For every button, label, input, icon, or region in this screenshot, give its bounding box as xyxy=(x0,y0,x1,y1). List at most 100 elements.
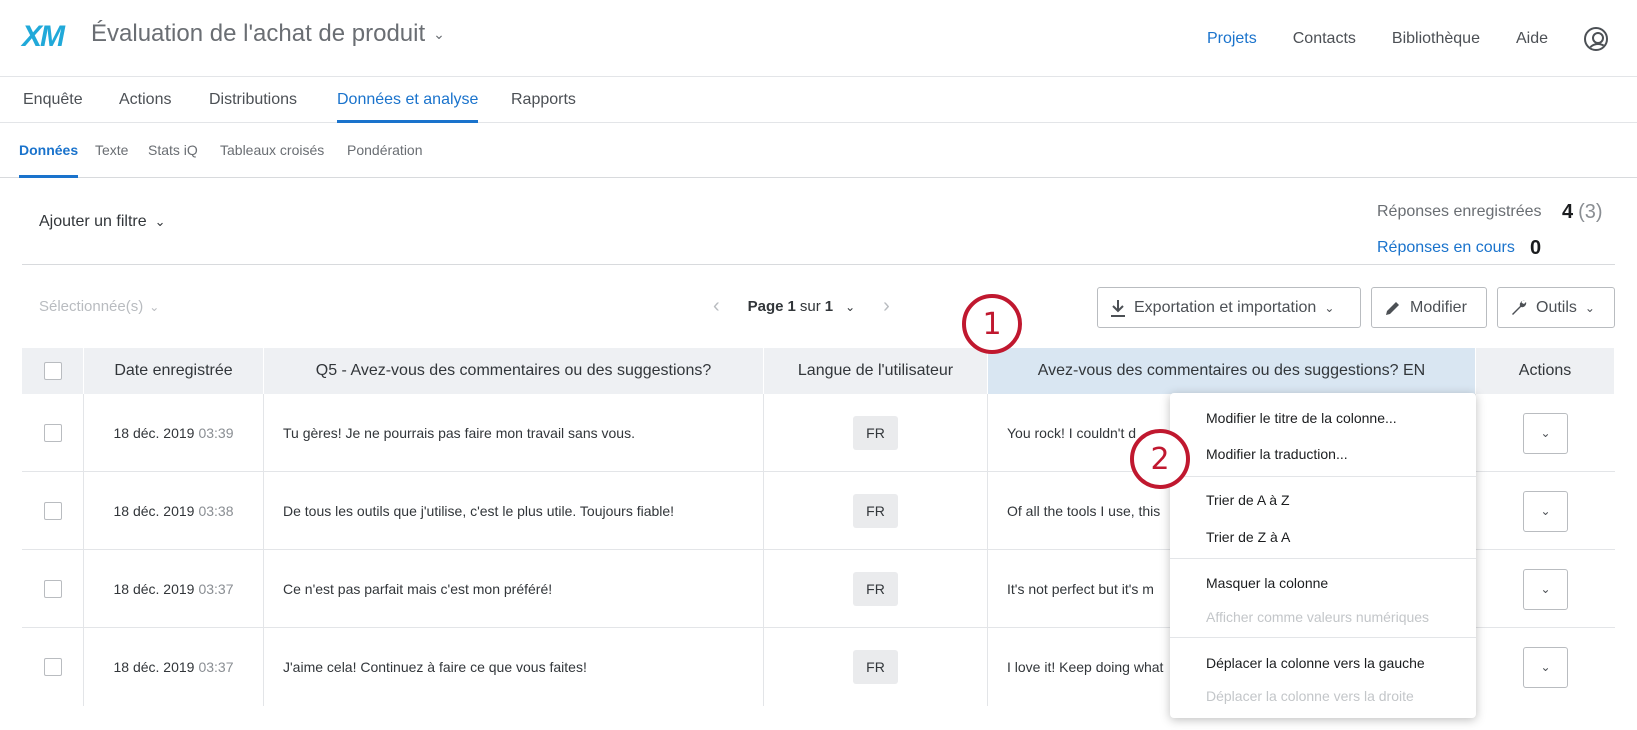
menu-item-sort-a-z[interactable]: Trier de A à Z xyxy=(1206,492,1290,508)
tools-button[interactable]: Outils ⌄ xyxy=(1497,287,1615,328)
tab-data-analysis[interactable]: Données et analyse xyxy=(337,77,479,123)
col-header-q5[interactable]: Q5 - Avez-vous des commentaires ou des s… xyxy=(264,348,764,394)
row-actions-button[interactable]: ⌄ xyxy=(1523,412,1568,454)
nav-help[interactable]: Aide xyxy=(1516,30,1548,48)
time: 03:37 xyxy=(198,659,234,675)
language-badge: FR xyxy=(853,494,898,528)
column-context-menu: Modifier le titre de la colonne... Modif… xyxy=(1170,393,1476,718)
date-cell: 18 déc. 2019 03:39 xyxy=(84,394,264,472)
nav-projects[interactable]: Projets xyxy=(1207,30,1257,48)
next-page-icon[interactable]: › xyxy=(883,295,890,318)
selected-label: Sélectionnée(s) xyxy=(39,298,144,315)
page-word: Page xyxy=(747,298,784,315)
row-checkbox[interactable] xyxy=(43,502,62,520)
subtab-text[interactable]: Texte xyxy=(95,123,128,178)
time: 03:37 xyxy=(198,581,234,597)
chevron-down-icon: ⌄ xyxy=(154,214,166,229)
language-badge: FR xyxy=(853,572,898,606)
user-account-icon[interactable] xyxy=(1584,26,1608,51)
time: 03:38 xyxy=(198,503,234,519)
time: 03:39 xyxy=(198,425,234,441)
nav-library[interactable]: Bibliothèque xyxy=(1392,30,1480,48)
row-actions-button[interactable]: ⌄ xyxy=(1523,646,1568,688)
row-actions-button[interactable]: ⌄ xyxy=(1523,490,1568,532)
top-header: XM Évaluation de l'achat de produit ⌄ Pr… xyxy=(0,0,1637,77)
project-title-dropdown[interactable]: Évaluation de l'achat de produit ⌄ xyxy=(91,20,445,48)
recorded-responses-value: 4 xyxy=(1562,200,1574,223)
subtab-weighting[interactable]: Pondération xyxy=(347,123,423,178)
menu-item-sort-z-a[interactable]: Trier de Z à A xyxy=(1206,529,1290,545)
menu-item-move-right: Déplacer la colonne vers la droite xyxy=(1206,688,1414,704)
in-progress-responses-link[interactable]: Réponses en cours xyxy=(1377,239,1530,257)
date: 18 déc. 2019 xyxy=(113,659,195,675)
selected-dropdown[interactable]: Sélectionnée(s) ⌄ xyxy=(39,298,159,315)
download-icon xyxy=(1111,299,1125,317)
row-checkbox[interactable] xyxy=(43,658,62,676)
export-import-label: Exportation et importation xyxy=(1134,298,1317,316)
select-all-checkbox[interactable] xyxy=(43,362,62,380)
subtab-crosstabs[interactable]: Tableaux croisés xyxy=(220,123,324,178)
in-progress-responses-value: 0 xyxy=(1530,236,1542,259)
q5-cell: Tu gères! Je ne pourrais pas faire mon t… xyxy=(264,394,764,472)
sub-tabs: Données Texte Stats iQ Tableaux croisés … xyxy=(0,123,1637,178)
chevron-down-icon: ⌄ xyxy=(433,25,445,42)
edit-label: Modifier xyxy=(1410,298,1467,316)
select-all-cell xyxy=(22,348,84,394)
edit-button[interactable]: Modifier xyxy=(1371,287,1487,328)
export-import-button[interactable]: Exportation et importation ⌄ xyxy=(1097,287,1361,328)
menu-divider xyxy=(1170,637,1476,638)
row-checkbox[interactable] xyxy=(43,580,62,598)
chevron-down-icon: ⌄ xyxy=(1584,300,1595,315)
q5-cell: J'aime cela! Continuez à faire ce que vo… xyxy=(264,628,764,706)
tab-actions[interactable]: Actions xyxy=(119,77,171,123)
menu-item-move-left[interactable]: Déplacer la colonne vers la gauche xyxy=(1206,655,1425,671)
menu-item-edit-column-title[interactable]: Modifier le titre de la colonne... xyxy=(1206,410,1397,426)
date: 18 déc. 2019 xyxy=(113,581,195,597)
callout-badge-2: 2 xyxy=(1130,429,1190,489)
col-header-translation-en[interactable]: Avez-vous des commentaires ou des sugges… xyxy=(988,348,1476,394)
xm-logo[interactable]: XM xyxy=(22,20,65,54)
menu-divider xyxy=(1170,476,1476,477)
date-cell: 18 déc. 2019 03:37 xyxy=(84,550,264,628)
page-select-chevron-icon[interactable]: ⌄ xyxy=(845,300,855,314)
recorded-responses-sub: (3) xyxy=(1578,200,1603,223)
subtab-data[interactable]: Données xyxy=(19,123,79,178)
date-cell: 18 déc. 2019 03:38 xyxy=(84,472,264,550)
q5-cell: Ce n'est pas parfait mais c'est mon préf… xyxy=(264,550,764,628)
page-total: 1 xyxy=(824,298,834,315)
wrench-icon xyxy=(1512,300,1527,315)
menu-item-show-numeric: Afficher comme valeurs numériques xyxy=(1206,609,1430,625)
row-actions-button[interactable]: ⌄ xyxy=(1523,568,1568,610)
tools-label: Outils xyxy=(1536,298,1577,316)
table-header: Date enregistrée Q5 - Avez-vous des comm… xyxy=(22,348,1615,394)
col-header-date[interactable]: Date enregistrée xyxy=(84,348,264,394)
date: 18 déc. 2019 xyxy=(113,503,195,519)
tab-distributions[interactable]: Distributions xyxy=(209,77,297,123)
add-filter-dropdown[interactable]: Ajouter un filtre ⌄ xyxy=(39,213,166,231)
tab-reports[interactable]: Rapports xyxy=(511,77,576,123)
menu-item-edit-translation[interactable]: Modifier la traduction... xyxy=(1206,446,1348,462)
project-title: Évaluation de l'achat de produit xyxy=(91,20,426,47)
tab-survey[interactable]: Enquête xyxy=(23,77,83,123)
subtab-stats-iq[interactable]: Stats iQ xyxy=(148,123,198,178)
col-header-actions: Actions xyxy=(1476,348,1615,394)
menu-item-hide-column[interactable]: Masquer la colonne xyxy=(1206,575,1328,591)
add-filter-label: Ajouter un filtre xyxy=(39,213,147,230)
prev-page-icon[interactable]: ‹ xyxy=(713,295,720,318)
q5-cell: De tous les outils que j'utilise, c'est … xyxy=(264,472,764,550)
pencil-icon xyxy=(1386,301,1399,315)
menu-divider xyxy=(1170,558,1476,559)
divider xyxy=(22,264,1615,265)
nav-contacts[interactable]: Contacts xyxy=(1293,30,1356,48)
col-header-language[interactable]: Langue de l'utilisateur xyxy=(764,348,988,394)
chevron-down-icon: ⌄ xyxy=(1324,300,1335,315)
row-checkbox[interactable] xyxy=(43,424,62,442)
date-cell: 18 déc. 2019 03:37 xyxy=(84,628,264,706)
top-nav: Projets Contacts Bibliothèque Aide xyxy=(1207,0,1637,77)
main-tabs: Enquête Actions Distributions Données et… xyxy=(0,77,1637,123)
chevron-down-icon: ⌄ xyxy=(149,299,160,314)
recorded-responses-label: Réponses enregistrées xyxy=(1377,203,1542,220)
page-current: 1 xyxy=(787,298,796,315)
pagination: ‹ Page 1 sur 1 ⌄ › xyxy=(713,295,890,318)
language-badge: FR xyxy=(853,650,898,684)
